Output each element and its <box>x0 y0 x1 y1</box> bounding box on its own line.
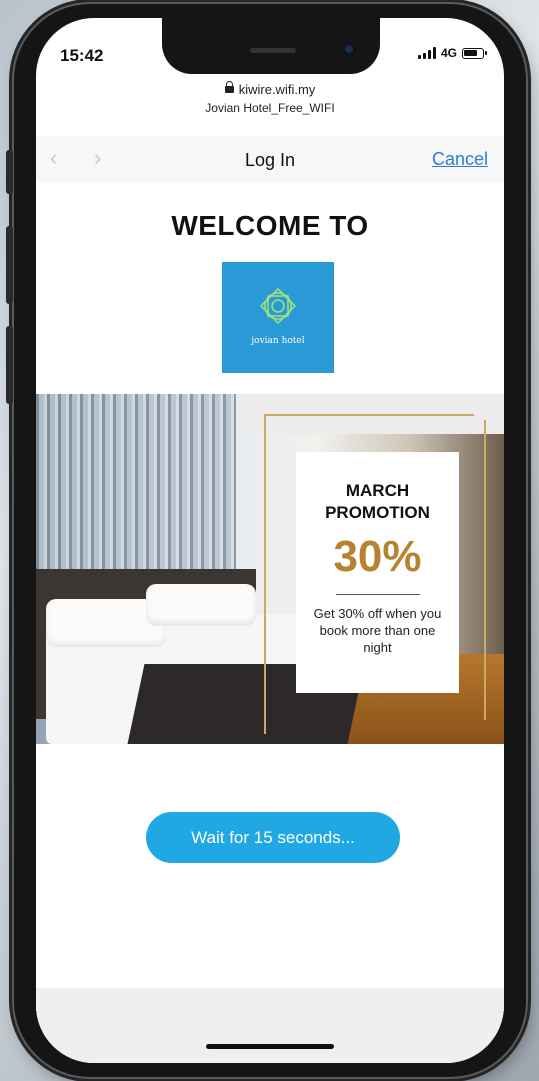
promo-card: MARCH PROMOTION 30% Get 30% off when you… <box>296 452 459 693</box>
promo-divider <box>335 594 420 595</box>
gold-frame-line <box>264 414 266 734</box>
portal-content: WELCOME TO jovian hotel MARCH PROMOTION … <box>36 182 504 1063</box>
status-indicators: 4G <box>417 46 487 60</box>
lock-icon <box>224 81 234 93</box>
battery-icon <box>462 47 487 59</box>
url-line: kiwire.wifi.my <box>36 81 504 97</box>
welcome-heading: WELCOME TO <box>171 210 369 241</box>
hotel-logo: jovian hotel <box>222 262 334 373</box>
wait-button[interactable]: Wait for 15 seconds... <box>146 812 400 863</box>
signal-icon <box>417 47 436 59</box>
cancel-button[interactable]: Cancel <box>432 149 488 170</box>
navigation-bar: ‹ › Log In Cancel <box>36 136 504 182</box>
gold-frame-line <box>264 414 474 416</box>
promo-description: Get 30% off when you book more than one … <box>313 606 442 655</box>
promo-hero-image: MARCH PROMOTION 30% Get 30% off when you… <box>36 394 504 744</box>
status-time: 15:42 <box>60 46 104 65</box>
promo-title-line1: MARCH <box>345 481 410 500</box>
speaker <box>250 48 296 53</box>
logo-knot-icon <box>259 287 297 325</box>
captive-portal-header: kiwire.wifi.my Jovian Hotel_Free_WIFI <box>36 81 504 115</box>
notch <box>162 18 380 74</box>
pillow <box>146 584 256 626</box>
bottom-toolbar <box>36 988 504 1063</box>
url-text: kiwire.wifi.my <box>238 82 316 97</box>
promo-discount: 30% <box>333 532 422 581</box>
home-indicator[interactable] <box>206 1044 334 1049</box>
network-name: Jovian Hotel_Free_WIFI <box>205 101 335 115</box>
front-camera <box>342 42 356 56</box>
promo-title-line2: PROMOTION <box>325 503 430 522</box>
phone-screen: 15:42 4G kiwire.wifi.my Jovian Hotel_Fre… <box>36 18 504 1063</box>
network-type: 4G <box>440 46 457 60</box>
logo-text: jovian hotel <box>251 336 305 346</box>
phone-frame: 15:42 4G kiwire.wifi.my Jovian Hotel_Fre… <box>6 4 526 1077</box>
wall-panel <box>36 394 236 594</box>
volume-down-button <box>6 326 13 404</box>
promo-title: MARCH PROMOTION <box>296 480 459 524</box>
mute-switch <box>6 150 13 194</box>
volume-up-button <box>6 226 13 304</box>
gold-frame-line <box>484 420 486 720</box>
